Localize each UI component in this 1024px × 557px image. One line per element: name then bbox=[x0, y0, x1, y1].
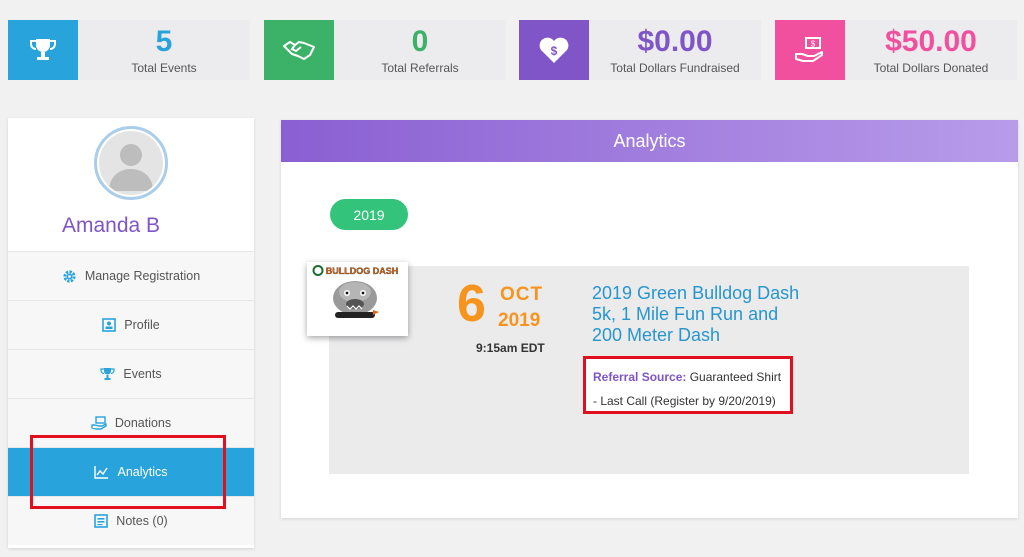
event-date-year: 2019 bbox=[498, 310, 541, 331]
year-filter-pill[interactable]: 2019 bbox=[330, 199, 408, 230]
stat-label: Total Events bbox=[131, 60, 197, 75]
donation-icon bbox=[91, 416, 107, 430]
hand-money-icon: $ bbox=[775, 20, 845, 80]
sidebar-item-label: Events bbox=[123, 367, 162, 381]
handshake-icon bbox=[264, 20, 334, 80]
stat-card-total-donated: $ $50.00 Total Dollars Donated bbox=[775, 20, 1017, 80]
trophy-icon bbox=[100, 367, 115, 381]
event-date-day: 6 bbox=[457, 275, 486, 333]
stat-value: 5 bbox=[155, 24, 173, 58]
user-name: Amanda B bbox=[62, 214, 161, 237]
event-time: 9:15am EDT bbox=[476, 341, 545, 355]
sidebar-item-label: Donations bbox=[114, 416, 172, 430]
svg-text:$: $ bbox=[811, 40, 816, 49]
stat-label: Total Dollars Fundraised bbox=[610, 60, 740, 75]
sidebar-item-label: Manage Registration bbox=[84, 269, 201, 283]
referral-source-box: Referral Source: Guaranteed Shirt - Last… bbox=[583, 356, 793, 414]
event-logo[interactable]: BULLDOG DASH bbox=[307, 262, 408, 336]
avatar[interactable] bbox=[94, 126, 168, 200]
stat-card-total-fundraised: $ $0.00 Total Dollars Fundraised bbox=[519, 20, 761, 80]
highlight-box bbox=[30, 435, 226, 509]
stat-value: $0.00 bbox=[637, 24, 713, 58]
panel-title: Analytics bbox=[281, 120, 1018, 162]
notes-icon bbox=[94, 514, 109, 528]
user-silhouette-icon bbox=[99, 131, 163, 195]
sidebar-item-events[interactable]: Events bbox=[8, 349, 254, 398]
profile-card-icon bbox=[102, 318, 117, 332]
gear-icon bbox=[62, 269, 77, 284]
svg-text:$: $ bbox=[551, 44, 558, 58]
sidebar-item-label: Profile bbox=[124, 318, 160, 332]
stat-label: Total Dollars Donated bbox=[873, 60, 989, 75]
event-title-link[interactable]: 2019 Green Bulldog Dash 5k, 1 Mile Fun R… bbox=[592, 283, 812, 346]
referral-source-label: Referral Source: bbox=[593, 370, 687, 384]
stat-value: $50.00 bbox=[885, 24, 977, 58]
heart-dollar-icon: $ bbox=[519, 20, 589, 80]
event-logo-text: BULLDOG DASH bbox=[326, 266, 399, 276]
sidebar-item-label: Notes (0) bbox=[116, 514, 168, 528]
stat-value: 0 bbox=[411, 24, 429, 58]
stat-card-total-events: 5 Total Events bbox=[8, 20, 250, 80]
event-date-month: OCT bbox=[500, 284, 544, 305]
trophy-icon bbox=[8, 20, 78, 80]
analytics-panel: Analytics 2019 BULLDOG DASH 6 OCT 2019 9… bbox=[281, 120, 1018, 518]
sidebar-item-manage-registration[interactable]: Manage Registration bbox=[8, 251, 254, 300]
sidebar-item-profile[interactable]: Profile bbox=[8, 300, 254, 349]
stat-label: Total Referrals bbox=[381, 60, 459, 75]
stat-card-total-referrals: 0 Total Referrals bbox=[264, 20, 506, 80]
